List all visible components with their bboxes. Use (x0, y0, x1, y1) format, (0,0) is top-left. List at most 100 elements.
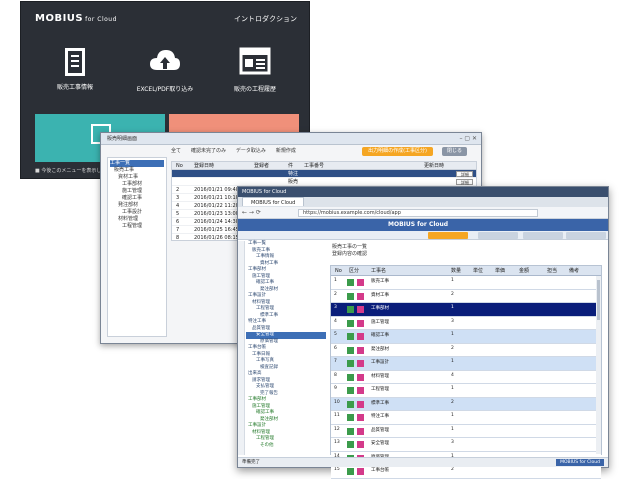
table-row[interactable]: 5 確認工事 1 (331, 330, 601, 344)
status-badge: MOBIUS for Cloud (556, 459, 604, 466)
data-import-link[interactable]: データ取込み (236, 147, 266, 154)
intro-link[interactable]: イントロダクション (234, 14, 297, 24)
tree-node[interactable]: その他 (246, 443, 326, 450)
status-marker-icon (347, 373, 354, 381)
table-row[interactable]: 2 資材工事 2 (331, 289, 601, 303)
tree-node[interactable]: 発注部材 (110, 202, 164, 209)
process-history-button[interactable]: 販売の工程履歴 (215, 44, 295, 93)
detail-table: No 区分 工事名 数量 単位 単価 金額 担当 備考 1 販売工事 1 2 資材工事 2 3 工事部材 1 4 施… (330, 265, 602, 479)
status-marker-icon (347, 387, 354, 394)
browser-tabs: MOBIUS for Cloud (238, 197, 608, 207)
window-controls-icon[interactable]: – ▢ ✕ (459, 135, 477, 142)
status-marker-icon (347, 414, 354, 421)
content-heading: 販売工事の一覧 登録内容の確認 (332, 244, 368, 257)
browser-title: MOBIUS for Cloud (238, 187, 608, 197)
flag-icon (357, 427, 364, 435)
tree-node[interactable]: 工事設計 (110, 209, 164, 216)
cloud-upload-icon (148, 44, 182, 78)
close-button[interactable]: 閉じる (441, 147, 467, 156)
table-row[interactable]: 15 工事台帳 2 (331, 465, 601, 479)
table-row[interactable]: 6 発注部材 2 (331, 343, 601, 357)
flag-icon (357, 292, 364, 300)
table-row[interactable]: 10 標準工事 2 (331, 397, 601, 411)
status-bar: 準備完了 MOBIUS for Cloud (238, 457, 608, 467)
browser-tree: 工事一覧 販売工事 工事情報 資材工事 工事部材 施工管理 確認工事 発注部材 工事設計 材料管理… (246, 241, 326, 455)
flag-icon (357, 360, 364, 367)
status-marker-icon (347, 333, 354, 340)
new-create-link[interactable]: 新規作成 (276, 147, 296, 154)
table-row[interactable]: 1 販売工事 1 (331, 276, 601, 290)
side-tool-strip (238, 241, 245, 455)
browser-tab[interactable]: MOBIUS for Cloud (242, 197, 305, 206)
table-row[interactable]: 9 工程管理 1 (331, 384, 601, 398)
excel-pdf-import-button[interactable]: EXCEL/PDF取り込み (125, 44, 205, 93)
mid-tree: 工事一覧 販売工事 資材工事 工事部材 施工管理 確認工事 発注部材 工事設計 … (107, 157, 167, 337)
process-history-label: 販売の工程履歴 (233, 86, 276, 93)
table-scrollbar[interactable] (596, 276, 601, 454)
table-row[interactable]: 4 施工管理 3 (331, 316, 601, 330)
flag-icon (357, 279, 364, 286)
action-chip[interactable] (478, 232, 518, 239)
browser-window: MOBIUS for Cloud MOBIUS for Cloud ← → ⟳ … (237, 186, 609, 479)
table-row[interactable]: 3 工事部材 1 (331, 303, 601, 317)
tree-node[interactable]: 工事部材 (110, 181, 164, 188)
table-row[interactable]: 1 2016/01/20 15:05 山田太郎特注工事 販売工事 詳細 (172, 170, 476, 185)
flag-icon (357, 400, 364, 408)
create-output-button[interactable]: 出力明細の作成(工事区分) (362, 147, 433, 156)
tree-node[interactable]: 工程管理 (110, 223, 164, 230)
row-detail-button[interactable]: 詳細 (456, 171, 473, 177)
table-header: No 区分 工事名 数量 単位 単価 金額 担当 備考 (331, 266, 601, 276)
status-marker-icon (347, 360, 354, 367)
status-marker-icon (347, 279, 354, 286)
tree-node[interactable]: 販売工事 (110, 167, 164, 174)
table-row[interactable]: 8 材料管理 4 (331, 370, 601, 384)
table-row[interactable]: 7 工事設計 1 (331, 357, 601, 371)
status-marker-icon (347, 346, 354, 354)
table-row[interactable]: 11 特注工事 1 (331, 411, 601, 425)
nav-arrows-icon[interactable]: ← → ⟳ (242, 209, 261, 216)
app-action-bar (238, 231, 608, 240)
grid-header: No 登録日時 登録者件工事番号 更新日時 (172, 162, 476, 170)
flag-icon (357, 333, 364, 340)
status-marker-icon (347, 441, 354, 448)
table-row[interactable]: 22016/01/21 09:40鈴木一郎販売工事資材工事詳細 (172, 178, 476, 193)
window-title: 販売明細画面 (101, 133, 481, 145)
app-header: MOBIUS for Cloud (238, 219, 608, 231)
flag-icon (357, 387, 364, 394)
flag-icon (357, 319, 364, 327)
tree-node[interactable]: 資材工事 (110, 174, 164, 181)
table-row[interactable]: 13 安全管理 3 (331, 438, 601, 452)
action-chip[interactable] (523, 232, 563, 239)
action-chip-orange[interactable] (428, 232, 468, 239)
status-marker-icon (347, 319, 354, 327)
app-logo: MOBIUS for Cloud (388, 221, 449, 228)
newspaper-icon (238, 44, 272, 78)
tree-node[interactable]: 材料管理 (110, 216, 164, 223)
flag-icon (357, 373, 364, 381)
url-input[interactable]: https://mobius.example.com/cloud/app (298, 209, 538, 217)
flag-icon (357, 414, 364, 421)
flag-icon (357, 441, 364, 448)
status-marker-icon (347, 292, 354, 300)
tree-node[interactable]: 確認工事 (110, 195, 164, 202)
address-bar: ← → ⟳ https://mobius.example.com/cloud/a… (238, 207, 608, 219)
tree-node[interactable]: 施工管理 (110, 188, 164, 195)
brand-logo: MOBIUS for Cloud (35, 13, 117, 24)
sales-info-label: 販売工事情報 (56, 84, 93, 91)
mid-toolbar: 全て 確認未完了のみ データ取込み 新規作成 出力明細の作成(工事区分) 閉じる (171, 147, 477, 157)
status-marker-icon (347, 427, 354, 435)
status-marker-icon (347, 306, 354, 313)
flag-icon (357, 306, 364, 313)
status-marker-icon (347, 400, 354, 408)
action-chip[interactable] (566, 232, 606, 239)
excel-pdf-import-label: EXCEL/PDF取り込み (136, 86, 194, 93)
document-icon (65, 48, 85, 76)
row-detail-button[interactable]: 詳細 (456, 179, 473, 185)
tree-node[interactable]: 工事一覧 (110, 160, 164, 167)
table-row[interactable]: 12 品質管理 1 (331, 424, 601, 438)
sales-info-button[interactable]: 販売工事情報 (35, 44, 115, 91)
filter-all[interactable]: 全て (171, 147, 181, 154)
flag-icon (357, 346, 364, 354)
filter-incomplete[interactable]: 確認未完了のみ (191, 147, 226, 154)
main-content: 販売工事の一覧 登録内容の確認 No 区分 工事名 数量 単位 単価 金額 担当 備考 1 販売工… (330, 241, 602, 479)
